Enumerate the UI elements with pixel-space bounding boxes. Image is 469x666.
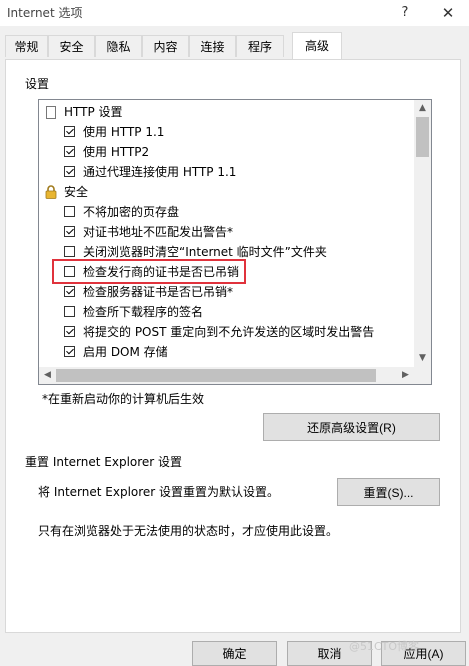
scroll-corner bbox=[414, 367, 431, 384]
checkbox[interactable] bbox=[64, 306, 75, 317]
highlight-box bbox=[52, 259, 246, 284]
vertical-scrollbar[interactable]: ▲ ▼ bbox=[414, 100, 431, 367]
reset-note: 只有在浏览器处于无法使用的状态时，才应使用此设置。 bbox=[38, 524, 339, 538]
settings-group-label: 设置 bbox=[25, 77, 50, 91]
category-label: HTTP 设置 bbox=[64, 105, 123, 119]
checkbox[interactable] bbox=[64, 146, 75, 157]
setting-label: 将提交的 POST 重定向到不允许发送的区域时发出警告 bbox=[83, 325, 375, 339]
tab-connections[interactable]: 连接 bbox=[189, 35, 236, 57]
setting-label: 使用 HTTP 1.1 bbox=[83, 125, 165, 139]
category-label: 安全 bbox=[64, 185, 89, 199]
restore-advanced-button[interactable]: 还原高级设置(R) bbox=[263, 413, 440, 441]
scroll-left-icon[interactable]: ◀ bbox=[39, 367, 56, 384]
horizontal-scrollbar[interactable]: ◀ ▶ bbox=[39, 367, 414, 384]
tab-advanced[interactable]: 高级 bbox=[292, 32, 342, 59]
watermark: @51CTO博客 bbox=[349, 640, 420, 653]
scroll-right-icon[interactable]: ▶ bbox=[397, 367, 414, 384]
setting-label: 不将加密的页存盘 bbox=[83, 205, 180, 219]
checkbox[interactable] bbox=[64, 226, 75, 237]
ok-button[interactable]: 确定 bbox=[192, 641, 277, 666]
close-icon[interactable]: ✕ bbox=[428, 2, 468, 24]
tab-privacy[interactable]: 隐私 bbox=[95, 35, 142, 57]
checkbox[interactable] bbox=[64, 246, 75, 257]
vertical-scroll-thumb[interactable] bbox=[416, 117, 429, 157]
settings-list[interactable]: HTTP 设置 使用 HTTP 1.1 使用 HTTP2 通过代理连接使用 HT… bbox=[38, 99, 432, 385]
scroll-up-icon[interactable]: ▲ bbox=[414, 100, 431, 117]
tab-general[interactable]: 常规 bbox=[5, 35, 48, 57]
setting-label: 通过代理连接使用 HTTP 1.1 bbox=[83, 165, 237, 179]
page-icon bbox=[46, 106, 56, 119]
scroll-down-icon[interactable]: ▼ bbox=[414, 350, 431, 367]
setting-label: 对证书地址不匹配发出警告* bbox=[83, 225, 234, 239]
setting-label: 启用 DOM 存储 bbox=[83, 345, 168, 359]
setting-label: 检查服务器证书是否已吊销* bbox=[83, 285, 234, 299]
horizontal-scroll-thumb[interactable] bbox=[56, 369, 376, 382]
checkbox[interactable] bbox=[64, 126, 75, 137]
restart-note: *在重新启动你的计算机后生效 bbox=[42, 392, 205, 406]
tab-programs[interactable]: 程序 bbox=[236, 35, 284, 57]
window-title: Internet 选项 bbox=[7, 6, 83, 20]
checkbox[interactable] bbox=[64, 326, 75, 337]
title-bar: Internet 选项 ? ✕ bbox=[0, 0, 469, 26]
reset-button[interactable]: 重置(S)... bbox=[337, 478, 440, 506]
checkbox[interactable] bbox=[64, 206, 75, 217]
reset-group-label: 重置 Internet Explorer 设置 bbox=[25, 455, 183, 469]
lock-icon bbox=[44, 185, 58, 199]
setting-label: 使用 HTTP2 bbox=[83, 145, 150, 159]
checkbox[interactable] bbox=[64, 346, 75, 357]
reset-description: 将 Internet Explorer 设置重置为默认设置。 bbox=[38, 485, 280, 499]
checkbox[interactable] bbox=[64, 286, 75, 297]
help-icon[interactable]: ? bbox=[385, 2, 425, 24]
tab-security[interactable]: 安全 bbox=[48, 35, 95, 57]
checkbox[interactable] bbox=[64, 166, 75, 177]
tab-content[interactable]: 内容 bbox=[142, 35, 189, 57]
setting-label: 检查所下载程序的签名 bbox=[83, 305, 204, 319]
